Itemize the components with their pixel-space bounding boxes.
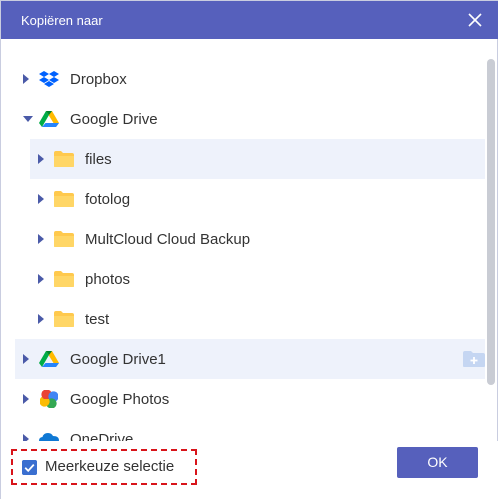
tree-item-label: test xyxy=(85,311,110,328)
tree-item-label: Google Drive1 xyxy=(70,351,166,368)
dialog-title: Kopiëren naar xyxy=(21,13,103,28)
folder-icon xyxy=(54,151,74,167)
ok-button[interactable]: OK xyxy=(397,447,478,478)
tree-item-google-photos[interactable]: Google Photos xyxy=(15,379,485,419)
google-photos-icon xyxy=(40,390,58,408)
folder-tree: Dropbox Google Drive files fotolog MultC… xyxy=(1,59,485,447)
tree-item-label: Google Photos xyxy=(70,391,170,408)
expand-arrow-icon[interactable] xyxy=(23,354,29,364)
expand-arrow-icon[interactable] xyxy=(38,154,44,164)
tree-item-label: Dropbox xyxy=(70,71,127,88)
tree-item-dropbox[interactable]: Dropbox xyxy=(15,59,485,99)
expand-arrow-icon[interactable] xyxy=(38,194,44,204)
tree-item-label: files xyxy=(85,151,112,168)
dropbox-icon xyxy=(39,71,59,87)
expand-arrow-icon[interactable] xyxy=(23,74,29,84)
copy-to-dialog: Kopiëren naar Dropbox Google Drive files… xyxy=(0,0,498,499)
tree-item-files[interactable]: files xyxy=(30,139,485,179)
collapse-arrow-icon[interactable] xyxy=(23,116,33,122)
expand-arrow-icon[interactable] xyxy=(38,314,44,324)
tree-item-label: photos xyxy=(85,271,131,288)
expand-arrow-icon[interactable] xyxy=(23,394,29,404)
tree-scrollbar[interactable] xyxy=(487,59,495,385)
tree-item-label: MultCloud Cloud Backup xyxy=(85,231,251,248)
expand-arrow-icon[interactable] xyxy=(38,234,44,244)
tree-item-fotolog[interactable]: fotolog xyxy=(30,179,485,219)
tree-item-label: Google Drive xyxy=(70,111,158,128)
multiselect-checkbox[interactable] xyxy=(22,460,37,475)
dialog-footer: Meerkeuze selectie OK xyxy=(1,441,498,499)
multiselect-toggle[interactable]: Meerkeuze selectie xyxy=(11,449,197,485)
folder-icon xyxy=(54,311,74,327)
dialog-titlebar: Kopiëren naar xyxy=(1,1,498,39)
tree-item-photos[interactable]: photos xyxy=(30,259,485,299)
google-drive-icon xyxy=(39,111,59,127)
tree-item-google-drive1[interactable]: Google Drive1 xyxy=(15,339,485,379)
tree-item-multcloud-cloud-backup[interactable]: MultCloud Cloud Backup xyxy=(30,219,485,259)
expand-arrow-icon[interactable] xyxy=(38,274,44,284)
close-icon[interactable] xyxy=(465,10,485,30)
google-drive-icon xyxy=(39,351,59,367)
folder-icon xyxy=(54,231,74,247)
folder-icon xyxy=(54,271,74,287)
tree-item-google-drive[interactable]: Google Drive xyxy=(15,99,485,139)
multiselect-label: Meerkeuze selectie xyxy=(45,458,175,475)
new-folder-icon[interactable] xyxy=(463,351,485,367)
folder-icon xyxy=(54,191,74,207)
tree-item-label: fotolog xyxy=(85,191,131,208)
tree-item-test[interactable]: test xyxy=(30,299,485,339)
